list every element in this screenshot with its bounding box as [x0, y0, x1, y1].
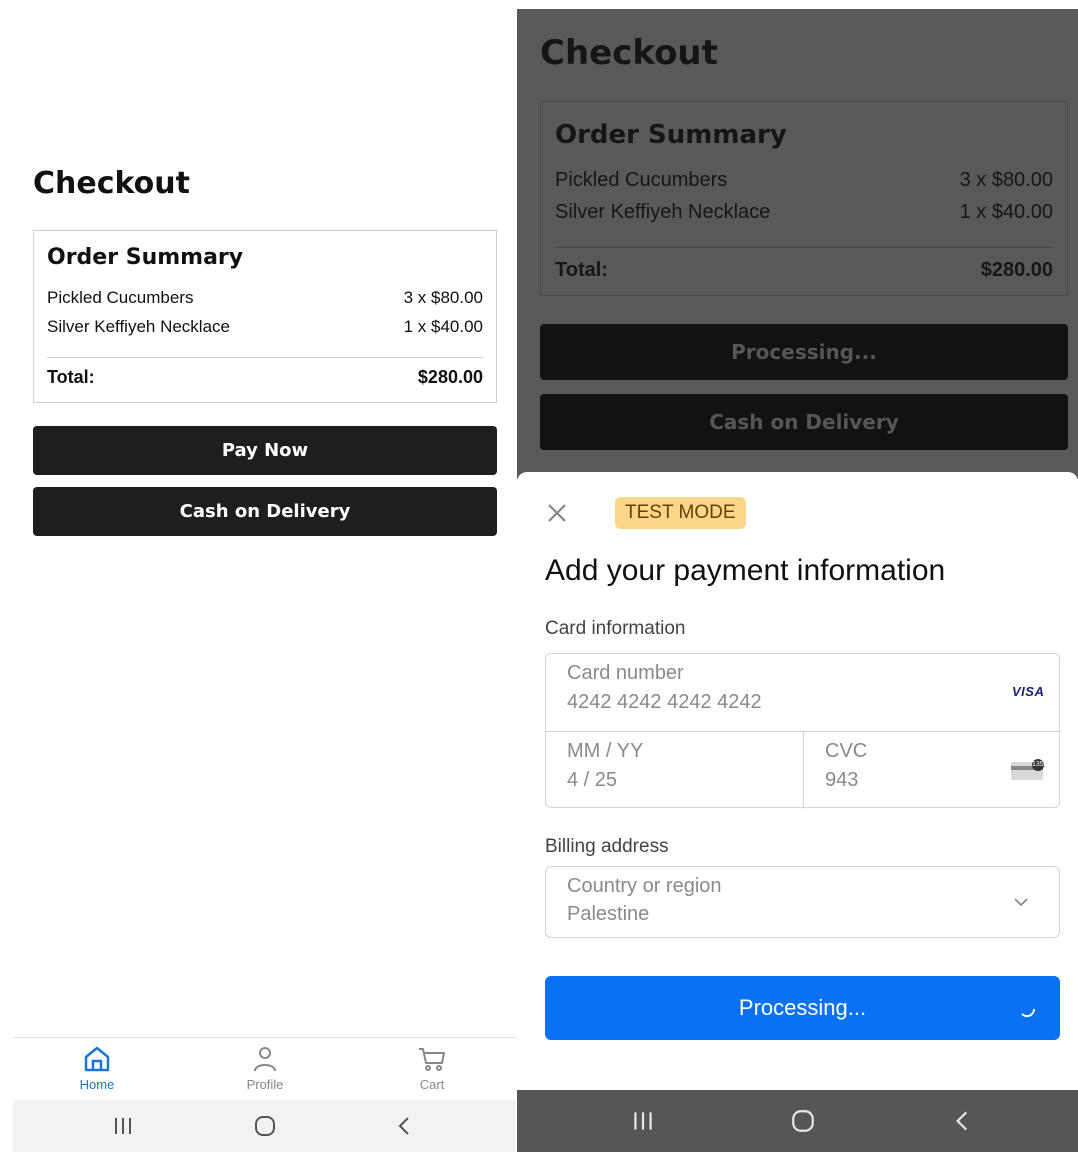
- processing-label: Processing...: [738, 995, 867, 1020]
- nav-profile-label: Profile: [246, 1077, 284, 1092]
- back-chevron-icon: [956, 1111, 968, 1131]
- nav-cart[interactable]: Cart: [392, 1044, 472, 1092]
- order-summary-title: Order Summary: [47, 245, 244, 270]
- total-value: $280.00: [980, 259, 1053, 281]
- recent-apps-icon: [634, 1112, 652, 1130]
- spinner-icon: [1021, 1008, 1036, 1018]
- card-number-value: 4242 4242 4242 4242: [567, 691, 762, 713]
- home-system-button[interactable]: [773, 1090, 833, 1152]
- order-summary-title: Order Summary: [555, 120, 787, 150]
- page-title: Checkout: [33, 166, 190, 201]
- order-item-row: Silver Keffiyeh Necklace 1 x $40.00: [47, 317, 483, 337]
- item-name: Silver Keffiyeh Necklace: [47, 317, 230, 336]
- cvc-icon-text: 135: [1032, 761, 1044, 768]
- cvc-value: 943: [825, 769, 859, 791]
- summary-divider: [555, 247, 1053, 248]
- cvc-card-icon: 135: [1010, 758, 1046, 782]
- nav-home-label: Home: [79, 1077, 115, 1092]
- dimmed-overlay: Checkout Order Summary Pickled Cucumbers…: [517, 9, 1078, 479]
- card-number-placeholder: Card number: [567, 662, 684, 684]
- item-qty-price: 1 x $40.00: [403, 317, 483, 336]
- order-item-row: Pickled Cucumbers 3 x $80.00: [555, 169, 1053, 192]
- recent-apps-button[interactable]: [613, 1090, 673, 1152]
- item-name: Pickled Cucumbers: [47, 288, 194, 307]
- home-icon: [84, 1046, 110, 1072]
- cvc-placeholder: CVC: [825, 740, 868, 762]
- item-qty-price: 3 x $80.00: [959, 169, 1053, 191]
- bottom-navigation: Home Profile Cart: [13, 1037, 516, 1100]
- total-label: Total:: [47, 367, 95, 387]
- home-circle-icon: [255, 1116, 275, 1136]
- nav-profile[interactable]: Profile: [225, 1044, 305, 1092]
- item-name: Silver Keffiyeh Necklace: [555, 201, 771, 223]
- country-value: Palestine: [567, 903, 650, 925]
- total-row: Total: $280.00: [47, 367, 483, 388]
- country-placeholder: Country or region: [567, 875, 722, 897]
- total-label: Total:: [555, 259, 608, 281]
- back-system-button[interactable]: [933, 1090, 993, 1152]
- recent-apps-button[interactable]: [93, 1100, 153, 1152]
- cvc-input[interactable]: CVC 943 135: [804, 732, 1061, 809]
- expiry-input[interactable]: MM / YY 4 / 25: [546, 732, 803, 809]
- cash-on-delivery-button-disabled: Cash on Delivery: [540, 394, 1068, 450]
- pay-now-button[interactable]: Pay Now: [33, 426, 497, 475]
- profile-icon: [254, 1047, 276, 1072]
- billing-address-label: Billing address: [545, 836, 669, 857]
- summary-divider: [47, 357, 483, 358]
- expiry-placeholder: MM / YY: [567, 740, 644, 762]
- country-select[interactable]: Country or region Palestine: [545, 866, 1060, 938]
- visa-icon: VISA: [1012, 684, 1045, 699]
- checkout-screen-right: Checkout Order Summary Pickled Cucumbers…: [517, 9, 1078, 1152]
- cash-on-delivery-button[interactable]: Cash on Delivery: [33, 487, 497, 536]
- nav-cart-label: Cart: [419, 1077, 445, 1092]
- expiry-value: 4 / 25: [567, 769, 618, 791]
- test-mode-badge: TEST MODE: [615, 497, 746, 529]
- home-system-button[interactable]: [235, 1100, 295, 1152]
- card-information-field: Card number 4242 4242 4242 4242 VISA MM …: [545, 653, 1061, 809]
- order-summary-card: Order Summary Pickled Cucumbers 3 x $80.…: [540, 101, 1068, 296]
- item-qty-price: 1 x $40.00: [959, 201, 1053, 223]
- total-row: Total: $280.00: [555, 259, 1053, 282]
- processing-button[interactable]: Processing...: [545, 976, 1060, 1040]
- recent-apps-icon: [115, 1118, 131, 1134]
- sheet-title: Add your payment information: [545, 554, 946, 587]
- order-item-row: Pickled Cucumbers 3 x $80.00: [47, 288, 483, 308]
- processing-button-disabled: Processing...: [540, 324, 1068, 380]
- close-icon: [548, 504, 566, 522]
- home-circle-icon: [792, 1110, 814, 1132]
- cart-icon: [419, 1048, 445, 1071]
- page-title: Checkout: [540, 33, 718, 73]
- system-navigation-bar: [517, 1090, 1078, 1152]
- order-summary-card: Order Summary Pickled Cucumbers 3 x $80.…: [33, 230, 497, 403]
- total-value: $280.00: [417, 367, 483, 387]
- item-name: Pickled Cucumbers: [555, 169, 728, 191]
- back-chevron-icon: [398, 1117, 409, 1135]
- item-qty-price: 3 x $80.00: [403, 288, 483, 307]
- back-system-button[interactable]: [375, 1100, 435, 1152]
- chevron-down-icon: [1014, 898, 1028, 907]
- card-information-label: Card information: [545, 618, 686, 639]
- system-navigation-bar: [13, 1100, 516, 1152]
- card-number-input[interactable]: Card number 4242 4242 4242 4242 VISA: [546, 654, 1059, 731]
- order-item-row: Silver Keffiyeh Necklace 1 x $40.00: [555, 201, 1053, 224]
- checkout-screen-left: Checkout Order Summary Pickled Cucumbers…: [13, 0, 516, 1152]
- close-sheet-button[interactable]: [542, 498, 572, 528]
- payment-sheet: TEST MODE Add your payment information C…: [517, 472, 1078, 1092]
- nav-home[interactable]: Home: [57, 1044, 137, 1092]
